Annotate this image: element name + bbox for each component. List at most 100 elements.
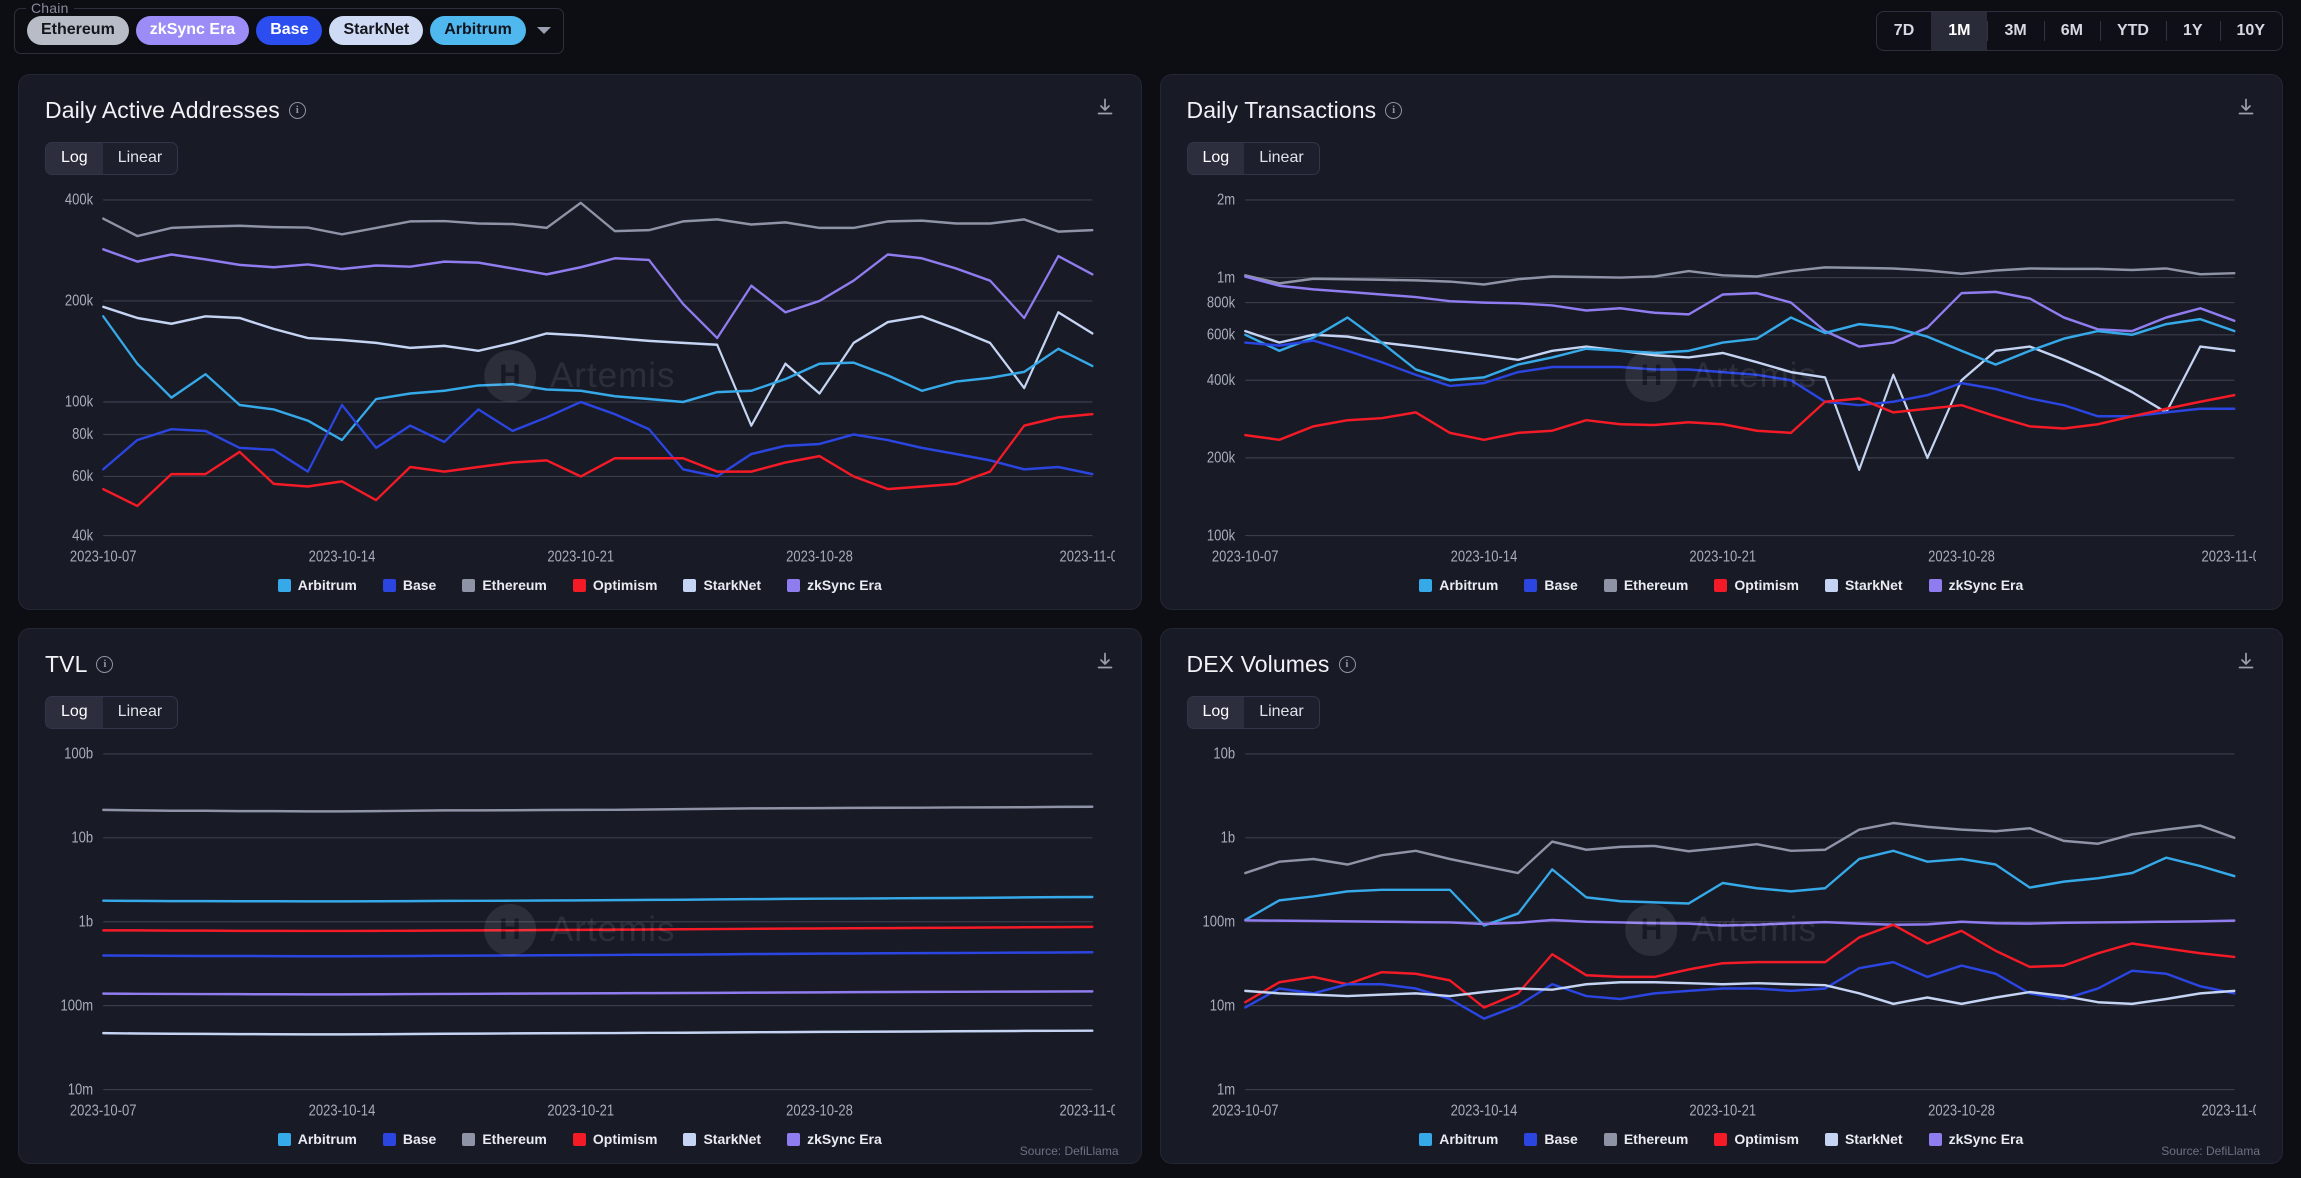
topbar: Chain Ethereum zkSync Era Base StarkNet … [0, 0, 2301, 62]
legend-item-base[interactable]: Base [1524, 577, 1578, 593]
legend-swatch-icon [1419, 1132, 1433, 1146]
info-icon[interactable]: i [288, 102, 306, 119]
legend-item-starknet[interactable]: StarkNet [1824, 1131, 1903, 1147]
series-line-ethereum [1243, 821, 2235, 875]
y-axis-tick-label: 200k [1206, 450, 1235, 467]
chart-legend: Arbitrum Base Ethereum Optimism StarkNet zkSy… [1187, 571, 2257, 599]
x-axis-tick-label: 2023-10-14 [309, 1103, 376, 1120]
legend-item-ethereum[interactable]: Ethereum [462, 577, 547, 593]
range-button-ytd[interactable]: YTD [2099, 12, 2166, 50]
legend-item-ethereum[interactable]: Ethereum [462, 1131, 547, 1147]
legend-item-optimism[interactable]: Optimism [572, 1131, 657, 1147]
legend-swatch-icon [1603, 578, 1617, 592]
time-range-selector[interactable]: 7D 1M 3M 6M YTD 1Y 10Y [1875, 11, 2283, 51]
download-icon[interactable] [2236, 97, 2256, 122]
legend-item-zksync-era[interactable]: zkSync Era [787, 577, 882, 593]
y-axis-tick-label: 100k [1206, 527, 1235, 544]
range-button-7d[interactable]: 7D [1877, 12, 1931, 50]
chain-chip-zksync-era[interactable]: zkSync Era [135, 15, 250, 46]
scale-button-linear[interactable]: Linear [1244, 143, 1318, 174]
legend-label: Base [1544, 577, 1578, 593]
chain-selector[interactable]: Chain Ethereum zkSync Era Base StarkNet … [14, 0, 564, 54]
info-icon[interactable]: i [1338, 656, 1356, 673]
legend-item-optimism[interactable]: Optimism [1714, 577, 1799, 593]
y-axis-tick-label: 800k [1206, 294, 1235, 311]
download-icon[interactable] [1095, 651, 1115, 676]
x-axis-tick-label: 2023-10-28 [1928, 1103, 1995, 1120]
legend-item-base[interactable]: Base [382, 1131, 437, 1147]
card-header: TVL i [45, 651, 1115, 678]
legend-swatch-icon [1928, 1132, 1942, 1146]
legend-item-arbitrum[interactable]: Arbitrum [277, 577, 357, 593]
x-axis-tick-label: 2023-11-05 [2201, 549, 2256, 566]
scale-toggle[interactable]: Log Linear [45, 142, 179, 175]
scale-toggle[interactable]: Log Linear [45, 696, 179, 729]
range-button-1y[interactable]: 1Y [2165, 12, 2220, 50]
dashboard-root: Chain Ethereum zkSync Era Base StarkNet … [0, 0, 2301, 1178]
download-icon[interactable] [2236, 651, 2256, 676]
scale-button-log[interactable]: Log [1187, 697, 1245, 728]
legend-item-arbitrum[interactable]: Arbitrum [1419, 1131, 1498, 1147]
download-icon[interactable] [1095, 97, 1115, 122]
scale-button-linear[interactable]: Linear [1244, 697, 1318, 728]
y-axis-tick-label: 1b [79, 914, 94, 931]
legend-item-optimism[interactable]: Optimism [1714, 1131, 1799, 1147]
scale-toggle[interactable]: Log Linear [1186, 142, 1320, 175]
legend-label: Optimism [1734, 577, 1799, 593]
range-button-10y[interactable]: 10Y [2219, 12, 2282, 50]
legend-item-zksync-era[interactable]: zkSync Era [1928, 1131, 2024, 1147]
x-axis-tick-label: 2023-10-07 [1211, 549, 1278, 566]
legend-swatch-icon [1524, 1132, 1538, 1146]
x-axis-tick-label: 2023-10-21 [1689, 549, 1756, 566]
y-axis-tick-label: 100m [61, 997, 94, 1014]
legend-item-starknet[interactable]: StarkNet [683, 577, 761, 593]
legend-label: Ethereum [482, 1131, 547, 1147]
y-axis-tick-label: 100m [1202, 914, 1235, 931]
range-button-1m[interactable]: 1M [1931, 12, 1988, 50]
legend-item-base[interactable]: Base [382, 577, 436, 593]
legend-item-optimism[interactable]: Optimism [572, 577, 657, 593]
scale-button-log[interactable]: Log [46, 143, 103, 174]
chain-chip-arbitrum[interactable]: Arbitrum [430, 15, 526, 46]
scale-button-log[interactable]: Log [46, 697, 103, 728]
legend-item-ethereum[interactable]: Ethereum [1603, 577, 1688, 593]
range-button-3m[interactable]: 3M [1987, 12, 2043, 50]
legend-item-starknet[interactable]: StarkNet [1824, 577, 1903, 593]
legend-item-arbitrum[interactable]: Arbitrum [277, 1131, 357, 1147]
legend-item-starknet[interactable]: StarkNet [683, 1131, 761, 1147]
chevron-down-icon[interactable] [536, 27, 551, 34]
legend-item-arbitrum[interactable]: Arbitrum [1419, 577, 1498, 593]
legend-label: zkSync Era [807, 1131, 882, 1147]
legend-label: StarkNet [1844, 577, 1903, 593]
legend-swatch-icon [1714, 578, 1728, 592]
scale-button-log[interactable]: Log [1187, 143, 1245, 174]
y-axis-tick-label: 10b [1213, 746, 1235, 763]
legend-label: Arbitrum [1439, 577, 1499, 593]
legend-item-zksync-era[interactable]: zkSync Era [787, 1131, 882, 1147]
chain-chip-starknet[interactable]: StarkNet [329, 15, 424, 46]
legend-swatch-icon [683, 1132, 697, 1146]
info-icon[interactable]: i [1385, 102, 1403, 119]
chain-chip-base[interactable]: Base [256, 15, 323, 46]
legend-item-base[interactable]: Base [1524, 1131, 1578, 1147]
series-line-arbitrum [102, 895, 1094, 903]
y-axis-tick-label: 40k [72, 527, 94, 544]
info-icon[interactable]: i [96, 656, 114, 673]
range-button-6m[interactable]: 6M [2043, 12, 2100, 50]
legend-label: Arbitrum [297, 577, 357, 593]
plot-area: 10m 100m 1b 10b 100b 2023-10-07 2023-10-14 2023… [45, 735, 1115, 1125]
scale-toggle[interactable]: Log Linear [1186, 696, 1320, 729]
scale-button-linear[interactable]: Linear [103, 143, 177, 174]
legend-label: zkSync Era [1948, 1131, 2024, 1147]
scale-button-linear[interactable]: Linear [103, 697, 177, 728]
chart-card-daily-transactions: Daily Transactions i Log Linear 100k 200k 400k… [1159, 74, 2283, 610]
legend-item-zksync-era[interactable]: zkSync Era [1928, 577, 2023, 593]
legend-item-ethereum[interactable]: Ethereum [1603, 1131, 1689, 1147]
legend-swatch-icon [683, 578, 697, 592]
legend-label: Base [402, 1131, 437, 1147]
source-label: Source: DefiLlama [1019, 1144, 1119, 1158]
y-axis-tick-label: 2m [1217, 192, 1235, 209]
legend-label: Ethereum [1623, 1131, 1689, 1147]
series-line-base [102, 950, 1094, 958]
chain-chip-ethereum[interactable]: Ethereum [27, 15, 129, 46]
